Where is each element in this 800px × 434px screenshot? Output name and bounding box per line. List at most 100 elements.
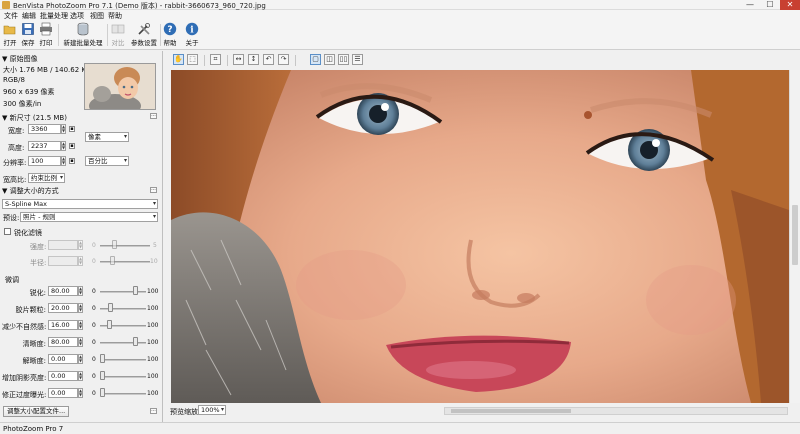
sharpen-strength-slider[interactable] — [112, 240, 117, 249]
fine-tune-stepper[interactable]: ▲ ▼ — [78, 286, 83, 296]
fine-tune-stepper[interactable]: ▲ ▼ — [78, 371, 83, 381]
fine-tune-stepper[interactable]: ▲ ▼ — [78, 337, 83, 347]
sharpen-strength-max: 5 — [153, 242, 157, 249]
preview-toolbar: ✋ ⬚ ⌗ ↔ ↕ ↶ ↷ ▢ ◫ ▯▯ ☰ — [164, 51, 800, 70]
save-disk-icon — [22, 23, 34, 35]
toolbar-separator — [160, 24, 161, 46]
fine-tune-label: 锐化: — [29, 289, 46, 297]
flip-horizontal-icon: ↔ — [235, 55, 242, 63]
width-link-button[interactable]: ▪ — [69, 126, 75, 132]
resolution-stepper[interactable]: ▲ ▼ — [61, 156, 66, 166]
sharpen-strength-stepper[interactable]: ▲ ▼ — [78, 240, 83, 250]
more-options-button[interactable]: ... — [150, 113, 157, 119]
resolution-link-button[interactable]: ▪ — [69, 158, 75, 164]
size-unit-select[interactable]: 像素 ▾ — [85, 132, 129, 142]
about-button[interactable]: i 关于 — [184, 22, 200, 49]
fine-tune-stepper[interactable]: ▲ ▼ — [78, 388, 83, 398]
minimize-button[interactable]: — — [740, 0, 760, 10]
original-image-header[interactable]: ▼ 原始图像 — [2, 54, 38, 64]
maximize-button[interactable]: ☐ — [760, 0, 780, 10]
width-stepper[interactable]: ▲ ▼ — [61, 124, 66, 134]
split-view-icon: ◫ — [326, 55, 333, 63]
sharpen-radius-input[interactable] — [48, 256, 78, 266]
toolbar: 打开 保存 打印 新建批量处理 对比 参数设置 ? 帮助 i 关于 — [0, 20, 800, 50]
flip-vertical-icon: ↕ — [250, 55, 257, 63]
horizontal-scrollbar[interactable] — [444, 407, 788, 415]
resize-profile-button[interactable]: 调整大小配置文件... — [3, 406, 70, 417]
toolbar-separator — [58, 24, 59, 46]
compare-icon — [111, 24, 125, 34]
sharpen-filter-checkbox[interactable] — [4, 228, 11, 235]
sharpen-strength-input[interactable] — [48, 240, 78, 250]
fine-tune-input[interactable]: 16.00 — [48, 320, 78, 330]
fine-tune-stepper[interactable]: ▲ ▼ — [78, 303, 83, 313]
fine-tune-slider[interactable] — [108, 303, 113, 312]
sharpen-radius-slider[interactable] — [110, 256, 115, 265]
fine-tune-input[interactable]: 80.00 — [48, 286, 78, 296]
new-size-header[interactable]: ▼ 新尺寸 (21.5 MB) — [2, 113, 67, 123]
width-input[interactable]: 3360 — [28, 124, 61, 134]
height-stepper[interactable]: ▲ ▼ — [61, 141, 66, 151]
hand-tool-button[interactable]: ✋ — [173, 54, 184, 65]
fine-tune-input[interactable]: 20.00 — [48, 303, 78, 313]
resize-method-select[interactable]: S-Spline Max ▾ — [2, 199, 158, 209]
resolution-unit-select[interactable]: 百分比 ▾ — [85, 156, 129, 166]
status-bar: PhotoZoom Pro 7 — [0, 422, 800, 434]
resize-method-header[interactable]: ▼ 调整大小的方式 — [2, 186, 59, 196]
close-button[interactable]: ✕ — [780, 0, 800, 10]
flip-horizontal-button[interactable]: ↔ — [233, 54, 244, 65]
fine-tune-stepper[interactable]: ▲ ▼ — [78, 320, 83, 330]
fine-tune-max: 100 — [147, 322, 159, 329]
profile-options-button[interactable]: ... — [150, 408, 157, 414]
save-button[interactable]: 保存 — [20, 22, 36, 49]
fine-tune-input[interactable]: 80.00 — [48, 337, 78, 347]
fine-tune-label: 胶片颗粒: — [15, 306, 46, 314]
side-by-side-button[interactable]: ▯▯ — [338, 54, 349, 65]
fine-tune-slider[interactable] — [100, 388, 105, 397]
preview-canvas[interactable] — [171, 70, 789, 403]
split-view-button[interactable]: ◫ — [324, 54, 335, 65]
fine-tune-input[interactable]: 0.00 — [48, 388, 78, 398]
resize-method-options-button[interactable]: ... — [150, 187, 157, 193]
sharpen-radius-stepper[interactable]: ▲ ▼ — [78, 256, 83, 266]
zoom-select[interactable]: 100% ▾ — [198, 405, 226, 415]
rotate-left-button[interactable]: ↶ — [263, 54, 274, 65]
flip-vertical-button[interactable]: ↕ — [248, 54, 259, 65]
fine-tune-stepper[interactable]: ▲ ▼ — [78, 354, 83, 364]
height-link-button[interactable]: ▪ — [69, 143, 75, 149]
fine-tune-slider[interactable] — [107, 320, 112, 329]
resolution-input[interactable]: 100 — [28, 156, 61, 166]
fine-tune-input[interactable]: 0.00 — [48, 354, 78, 364]
fine-tune-slider[interactable] — [133, 286, 138, 295]
preset-select[interactable]: 照片 - 规则 ▾ — [20, 212, 158, 222]
rotate-right-button[interactable]: ↷ — [278, 54, 289, 65]
horizontal-scroll-thumb[interactable] — [451, 409, 571, 413]
menu-bar: 文件 编辑 批量处理 选项 视图 帮助 — [0, 10, 800, 20]
svg-text:i: i — [190, 25, 194, 35]
height-input[interactable]: 2237 — [28, 141, 61, 151]
print-button[interactable]: 打印 — [38, 22, 54, 49]
aspect-ratio-select[interactable]: 约束比例 ▾ — [28, 173, 65, 183]
chevron-down-icon: ▾ — [59, 174, 63, 181]
fine-tune-slider[interactable] — [100, 354, 105, 363]
fine-tune-slider[interactable] — [100, 371, 105, 380]
vertical-scrollbar[interactable] — [789, 70, 800, 403]
open-button[interactable]: 打开 — [2, 22, 18, 49]
info-icon: i — [185, 22, 199, 35]
original-thumbnail — [84, 63, 156, 110]
fine-tune-input[interactable]: 0.00 — [48, 371, 78, 381]
new-batch-button[interactable]: 新建批量处理 — [62, 22, 104, 49]
fine-tune-track — [100, 342, 146, 344]
single-view-button[interactable]: ▢ — [310, 54, 321, 65]
chevron-down-icon: ▾ — [152, 213, 156, 220]
compare-button[interactable]: 对比 — [110, 22, 126, 49]
parameters-button[interactable]: 参数设置 — [130, 22, 158, 49]
fine-tune-label: 清晰度: — [22, 340, 46, 348]
crop-button[interactable]: ⌗ — [210, 54, 221, 65]
batch-stack-icon — [77, 22, 89, 36]
select-tool-button[interactable]: ⬚ — [187, 54, 198, 65]
top-bottom-button[interactable]: ☰ — [352, 54, 363, 65]
vertical-scroll-thumb[interactable] — [792, 205, 798, 265]
fine-tune-slider[interactable] — [133, 337, 138, 346]
help-button[interactable]: ? 帮助 — [162, 22, 178, 49]
